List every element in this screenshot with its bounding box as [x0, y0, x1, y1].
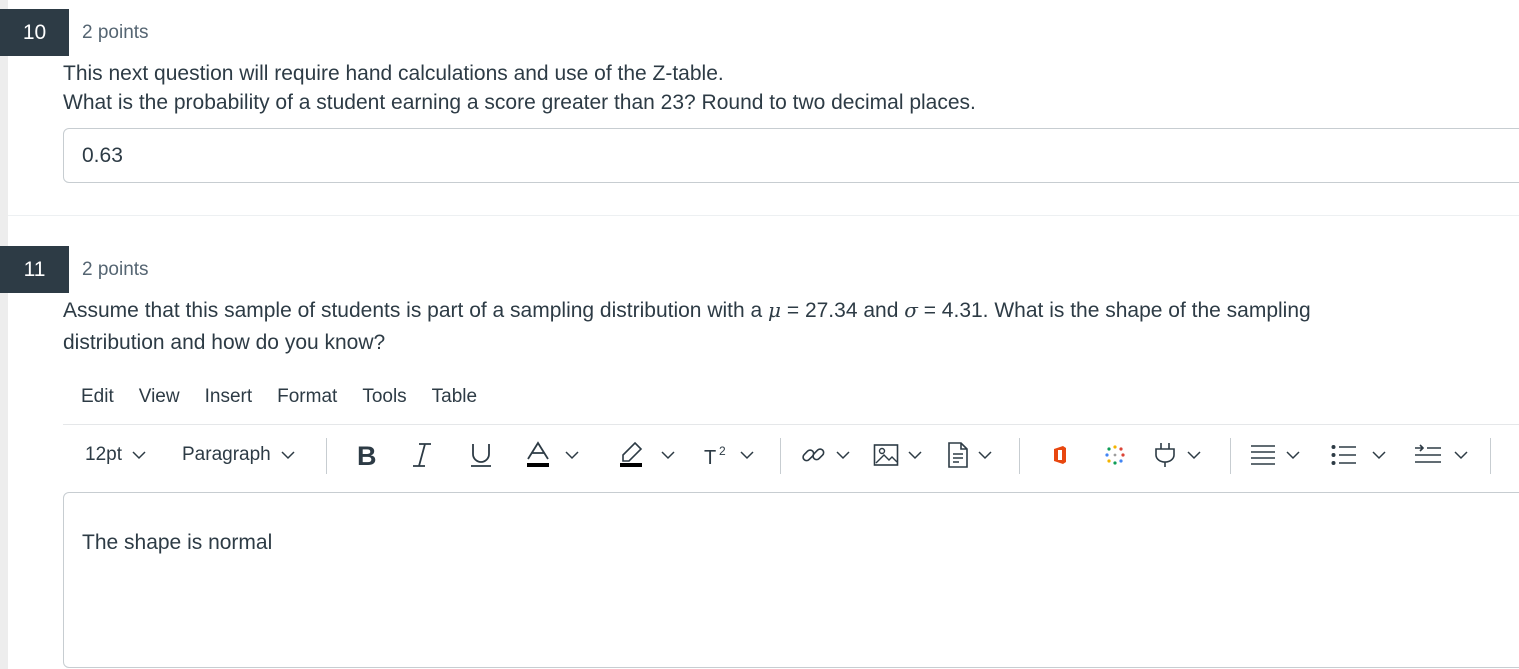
menu-format[interactable]: Format: [277, 386, 337, 412]
superscript-icon: T2: [704, 444, 726, 468]
menu-table[interactable]: Table: [432, 386, 477, 412]
highlight-icon: [620, 441, 643, 467]
office-icon: [1054, 446, 1066, 464]
chevron-down-icon: [1372, 450, 1386, 459]
image-icon: [873, 444, 899, 466]
image-button[interactable]: [873, 430, 922, 480]
underline-button[interactable]: [469, 430, 493, 480]
indent-button[interactable]: [1414, 430, 1468, 480]
highlight-button[interactable]: [619, 430, 675, 480]
svg-text:2: 2: [719, 444, 726, 458]
toolbar-separator: [1230, 438, 1231, 474]
superscript-button[interactable]: T2: [704, 430, 754, 480]
chevron-down-icon: [1187, 450, 1201, 459]
question-points: 2 points: [82, 259, 149, 280]
question-text-segment: Assume that this sample of students is p…: [63, 299, 769, 322]
block-format-dropdown[interactable]: Paragraph: [182, 430, 295, 480]
question-text-segment: = 4.31. What is the shape of the samplin…: [917, 299, 1311, 322]
text-color-button[interactable]: [525, 430, 579, 480]
bullet-list-icon: [1331, 445, 1356, 465]
svg-text:T: T: [704, 447, 716, 468]
question-points: 2 points: [82, 22, 149, 43]
bold-icon: B: [357, 442, 377, 468]
question-text-line: distribution and how do you know?: [63, 331, 386, 354]
bullet-list-button[interactable]: [1331, 430, 1386, 480]
chevron-down-icon: [565, 450, 579, 459]
font-size-dropdown[interactable]: 12pt: [85, 430, 146, 480]
left-rail: [0, 0, 8, 669]
rich-text-editor[interactable]: The shape is normal: [63, 492, 1519, 668]
align-button[interactable]: [1250, 430, 1300, 480]
italic-icon: [413, 443, 431, 467]
question-number-badge: 11: [0, 246, 69, 293]
italic-button[interactable]: [411, 430, 433, 480]
question-number-badge: 10: [0, 9, 69, 56]
plugin-icon: [1155, 443, 1175, 467]
chevron-down-icon: [661, 450, 675, 459]
indent-icon: [1415, 444, 1441, 463]
toolbar-separator: [1490, 438, 1491, 474]
font-size-value: 12pt: [85, 444, 122, 465]
chevron-down-icon: [908, 450, 922, 459]
chevron-down-icon: [836, 450, 850, 459]
menu-view[interactable]: View: [139, 386, 180, 412]
question-text-line: Assume that this sample of students is p…: [63, 296, 1311, 325]
block-format-value: Paragraph: [182, 444, 271, 465]
chevron-down-icon: [1286, 450, 1300, 459]
editor-content: The shape is normal: [82, 531, 273, 554]
toolbar-separator: [326, 438, 327, 474]
question-divider: [8, 215, 1519, 216]
toolbar-separator: [1019, 438, 1020, 474]
mu-symbol: μ: [768, 298, 782, 322]
document-button[interactable]: [947, 430, 992, 480]
chevron-down-icon: [740, 450, 754, 459]
answer-value: 0.63: [82, 144, 123, 167]
chevron-down-icon: [281, 450, 295, 459]
question-text-line: What is the probability of a student ear…: [63, 91, 976, 114]
sigma-symbol: σ: [904, 298, 918, 322]
apps-icon: [1105, 445, 1125, 465]
text-color-icon: [527, 441, 549, 467]
link-button[interactable]: [800, 430, 850, 480]
editor-menubar: Edit View Insert Format Tools Table: [81, 386, 502, 412]
document-icon: [948, 442, 968, 468]
menu-tools[interactable]: Tools: [362, 386, 406, 412]
plugin-button[interactable]: [1153, 430, 1201, 480]
menu-edit[interactable]: Edit: [81, 386, 114, 412]
answer-input[interactable]: 0.63: [63, 128, 1519, 183]
question-text-segment: = 27.34 and: [781, 299, 905, 322]
svg-text:B: B: [357, 442, 377, 468]
apps-button[interactable]: [1104, 430, 1126, 480]
underline-icon: [471, 444, 491, 467]
menubar-divider: [63, 424, 1519, 425]
link-icon: [802, 448, 825, 462]
question-text-line: This next question will require hand cal…: [63, 62, 724, 85]
bold-button[interactable]: B: [355, 430, 379, 480]
chevron-down-icon: [978, 450, 992, 459]
align-icon: [1251, 445, 1275, 465]
editor-toolbar: 12pt Paragraph B T2: [63, 430, 1519, 480]
menu-insert[interactable]: Insert: [205, 386, 253, 412]
toolbar-separator: [780, 438, 781, 474]
chevron-down-icon: [132, 450, 146, 459]
chevron-down-icon: [1454, 450, 1468, 459]
office-button[interactable]: [1052, 430, 1068, 480]
